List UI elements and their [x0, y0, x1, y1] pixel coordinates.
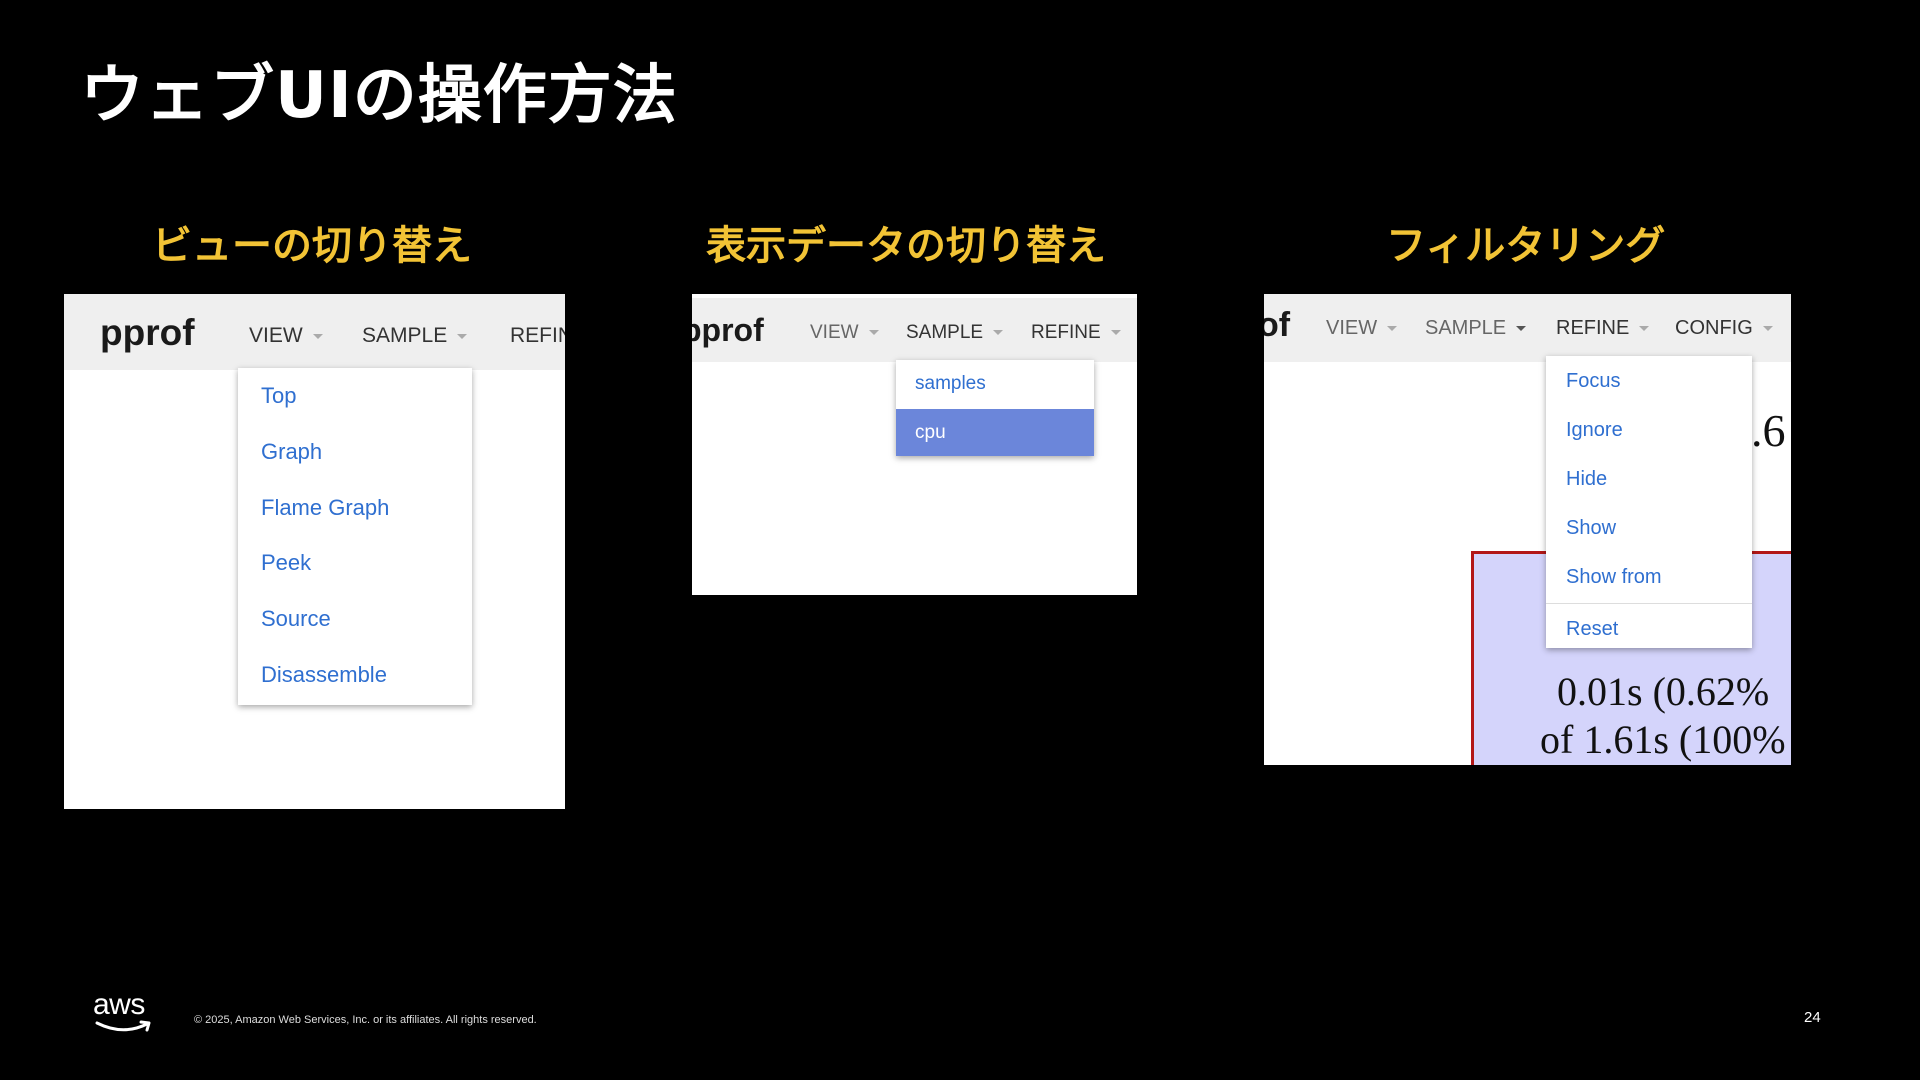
dropdown-item-flame-graph[interactable]: Flame Graph [238, 492, 472, 524]
chevron-down-icon [1762, 326, 1773, 332]
menu-sample-label: SAMPLE [1425, 317, 1507, 339]
section-title-filter: フィルタリング [1386, 223, 1666, 269]
dropdown-item-samples[interactable]: samples [896, 360, 1094, 408]
chevron-down-icon [1516, 326, 1527, 332]
copyright-notice: © 2025, Amazon Web Services, Inc. or its… [194, 1014, 537, 1026]
dropdown-separator [1546, 603, 1752, 604]
pprof-logo: of [1264, 306, 1291, 344]
dropdown-item-show[interactable]: Show [1546, 513, 1752, 543]
view-dropdown: Top Graph Flame Graph Peek Source Disass… [238, 368, 472, 705]
section-title-sample: 表示データの切り替え [706, 223, 1106, 269]
aws-logo-text: aws [93, 988, 145, 1021]
menu-sample[interactable]: SAMPLE [1425, 317, 1527, 340]
menu-refine-label: REFIN [510, 324, 565, 347]
menu-refine[interactable]: REFINE [1556, 317, 1650, 340]
screenshot-refine-menu: .6 0.01s (0.62% of 1.61s (100% of VIEW S… [1264, 294, 1791, 765]
graph-node-label: .6 [1751, 405, 1786, 456]
sample-dropdown: samples cpu [896, 360, 1094, 456]
screenshot-sample-menu: pprof VIEW SAMPLE REFINE samples cpu [692, 294, 1137, 595]
menu-view-label: VIEW [1326, 317, 1378, 339]
dropdown-item-show-from[interactable]: Show from [1546, 562, 1752, 592]
menu-refine-label: REFINE [1031, 322, 1101, 343]
aws-logo: aws [93, 988, 155, 1034]
chevron-down-icon [1387, 326, 1398, 332]
menu-view[interactable]: VIEW [249, 324, 323, 348]
menu-view[interactable]: VIEW [1326, 317, 1398, 340]
dropdown-item-reset[interactable]: Reset [1546, 614, 1752, 644]
chevron-down-icon [1110, 330, 1121, 336]
dropdown-item-hide[interactable]: Hide [1546, 464, 1752, 494]
menu-sample-label: SAMPLE [362, 324, 448, 347]
dropdown-item-top[interactable]: Top [238, 380, 472, 412]
dropdown-item-cpu[interactable]: cpu [896, 409, 1094, 456]
screenshot-view-menu: pprof VIEW SAMPLE REFIN Top Graph Flame … [64, 294, 565, 809]
refine-dropdown: Focus Ignore Hide Show Show from Reset [1546, 356, 1752, 648]
pprof-logo: pprof [692, 312, 764, 348]
menu-refine-label: REFINE [1556, 317, 1630, 339]
graph-node-flat-time: 0.01s (0.62% [1557, 669, 1770, 714]
chevron-down-icon [993, 330, 1004, 336]
chevron-down-icon [457, 333, 468, 339]
section-title-view: ビューの切り替え [152, 223, 472, 269]
dropdown-item-peek[interactable]: Peek [238, 547, 472, 579]
menu-refine[interactable]: REFIN [510, 324, 565, 348]
dropdown-item-ignore[interactable]: Ignore [1546, 415, 1752, 445]
menu-config[interactable]: CONFIG [1675, 317, 1773, 340]
menu-view-label: VIEW [810, 322, 859, 343]
dropdown-item-graph[interactable]: Graph [238, 436, 472, 468]
aws-smile-icon [95, 1020, 151, 1032]
chevron-down-icon [312, 333, 323, 339]
menu-refine[interactable]: REFINE [1031, 322, 1121, 344]
dropdown-item-source[interactable]: Source [238, 603, 472, 635]
topbar: of VIEW SAMPLE REFINE CONFIG [1264, 294, 1791, 362]
chevron-down-icon [868, 330, 879, 336]
chevron-down-icon [1639, 326, 1650, 332]
menu-sample[interactable]: SAMPLE [906, 322, 1004, 344]
dropdown-item-focus[interactable]: Focus [1546, 366, 1752, 396]
page-number: 24 [1804, 1009, 1821, 1026]
menu-view-label: VIEW [249, 324, 303, 347]
graph-node-cum-time: of 1.61s (100% [1540, 717, 1786, 762]
pprof-logo: pprof [100, 312, 195, 353]
dropdown-item-disassemble[interactable]: Disassemble [238, 659, 472, 691]
topbar: pprof VIEW SAMPLE REFIN [64, 294, 565, 370]
menu-view[interactable]: VIEW [810, 322, 879, 344]
slide-title: ウェブUIの操作方法 [80, 59, 678, 133]
menu-sample[interactable]: SAMPLE [362, 324, 468, 348]
menu-sample-label: SAMPLE [906, 322, 984, 343]
menu-config-label: CONFIG [1675, 317, 1753, 339]
topbar: pprof VIEW SAMPLE REFINE [692, 298, 1137, 362]
